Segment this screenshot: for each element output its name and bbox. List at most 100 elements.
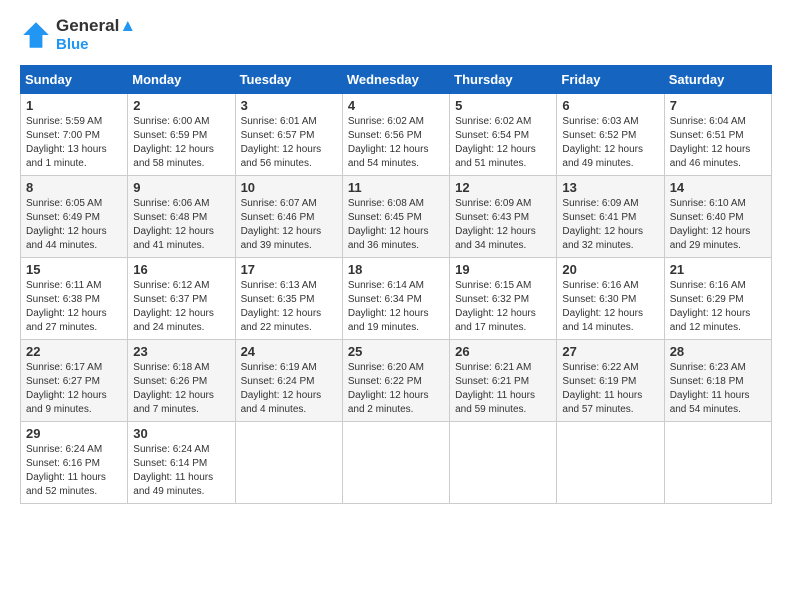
calendar-cell: 14Sunrise: 6:10 AM Sunset: 6:40 PM Dayli…: [664, 176, 771, 258]
calendar-week-5: 29 Sunrise: 6:24 AM Sunset: 6:16 PM Dayli…: [21, 422, 772, 504]
day-number: 4: [348, 98, 444, 113]
calendar-cell: 6Sunrise: 6:03 AM Sunset: 6:52 PM Daylig…: [557, 94, 664, 176]
day-info: Sunrise: 6:08 AM Sunset: 6:45 PM Dayligh…: [348, 197, 444, 253]
day-info: Sunrise: 6:16 AM Sunset: 6:30 PM Dayligh…: [562, 279, 658, 335]
day-number: 23: [133, 344, 229, 359]
calendar-body: 1 Sunrise: 5:59 AM Sunset: 7:00 PM Daylig…: [21, 94, 772, 504]
calendar-cell: 25 Sunrise: 6:20 AM Sunset: 6:22 PM Dayli…: [342, 340, 449, 422]
header-cell-friday: Friday: [557, 66, 664, 94]
day-info: Sunrise: 6:24 AM Sunset: 6:14 PM Dayligh…: [133, 443, 229, 499]
day-number: 10: [241, 180, 337, 195]
calendar-cell: 30 Sunrise: 6:24 AM Sunset: 6:14 PM Dayli…: [128, 422, 235, 504]
calendar-cell: [342, 422, 449, 504]
day-number: 7: [670, 98, 766, 113]
day-info: Sunrise: 6:20 AM Sunset: 6:22 PM Dayligh…: [348, 361, 444, 417]
day-info: Sunrise: 6:12 AM Sunset: 6:37 PM Dayligh…: [133, 279, 229, 335]
calendar-week-4: 22 Sunrise: 6:17 AM Sunset: 6:27 PM Dayli…: [21, 340, 772, 422]
calendar-cell: 15 Sunrise: 6:11 AM Sunset: 6:38 PM Dayli…: [21, 258, 128, 340]
day-number: 25: [348, 344, 444, 359]
day-info: Sunrise: 6:22 AM Sunset: 6:19 PM Dayligh…: [562, 361, 658, 417]
day-info: Sunrise: 6:24 AM Sunset: 6:16 PM Dayligh…: [26, 443, 122, 499]
day-number: 27: [562, 344, 658, 359]
day-number: 30: [133, 426, 229, 441]
calendar-week-1: 1 Sunrise: 5:59 AM Sunset: 7:00 PM Daylig…: [21, 94, 772, 176]
day-info: Sunrise: 5:59 AM Sunset: 7:00 PM Dayligh…: [26, 115, 122, 171]
calendar-cell: 7 Sunrise: 6:04 AM Sunset: 6:51 PM Daylig…: [664, 94, 771, 176]
calendar-cell: 11 Sunrise: 6:08 AM Sunset: 6:45 PM Dayli…: [342, 176, 449, 258]
day-info: Sunrise: 6:00 AM Sunset: 6:59 PM Dayligh…: [133, 115, 229, 171]
header-cell-monday: Monday: [128, 66, 235, 94]
day-number: 12: [455, 180, 551, 195]
day-number: 6: [562, 98, 658, 113]
day-number: 11: [348, 180, 444, 195]
header-cell-thursday: Thursday: [450, 66, 557, 94]
calendar-cell: 18 Sunrise: 6:14 AM Sunset: 6:34 PM Dayli…: [342, 258, 449, 340]
calendar-cell: 17 Sunrise: 6:13 AM Sunset: 6:35 PM Dayli…: [235, 258, 342, 340]
header-cell-saturday: Saturday: [664, 66, 771, 94]
logo: General▲ Blue: [20, 16, 136, 53]
calendar-cell: 3 Sunrise: 6:01 AM Sunset: 6:57 PM Daylig…: [235, 94, 342, 176]
day-number: 3: [241, 98, 337, 113]
calendar-week-3: 15 Sunrise: 6:11 AM Sunset: 6:38 PM Dayli…: [21, 258, 772, 340]
calendar-cell: 20 Sunrise: 6:16 AM Sunset: 6:30 PM Dayli…: [557, 258, 664, 340]
calendar-cell: 26 Sunrise: 6:21 AM Sunset: 6:21 PM Dayli…: [450, 340, 557, 422]
day-info: Sunrise: 6:11 AM Sunset: 6:38 PM Dayligh…: [26, 279, 122, 335]
calendar-header: SundayMondayTuesdayWednesdayThursdayFrid…: [21, 66, 772, 94]
calendar-cell: 13Sunrise: 6:09 AM Sunset: 6:41 PM Dayli…: [557, 176, 664, 258]
day-number: 16: [133, 262, 229, 277]
header-cell-tuesday: Tuesday: [235, 66, 342, 94]
calendar-cell: 9 Sunrise: 6:06 AM Sunset: 6:48 PM Daylig…: [128, 176, 235, 258]
day-info: Sunrise: 6:09 AM Sunset: 6:43 PM Dayligh…: [455, 197, 551, 253]
day-number: 26: [455, 344, 551, 359]
day-info: Sunrise: 6:18 AM Sunset: 6:26 PM Dayligh…: [133, 361, 229, 417]
day-info: Sunrise: 6:10 AM Sunset: 6:40 PM Dayligh…: [670, 197, 766, 253]
day-number: 2: [133, 98, 229, 113]
page: General▲ Blue SundayMondayTuesdayWednesd…: [0, 0, 792, 520]
day-info: Sunrise: 6:02 AM Sunset: 6:54 PM Dayligh…: [455, 115, 551, 171]
calendar-cell: 8Sunrise: 6:05 AM Sunset: 6:49 PM Daylig…: [21, 176, 128, 258]
day-info: Sunrise: 6:21 AM Sunset: 6:21 PM Dayligh…: [455, 361, 551, 417]
day-number: 18: [348, 262, 444, 277]
header-cell-sunday: Sunday: [21, 66, 128, 94]
day-number: 28: [670, 344, 766, 359]
day-number: 9: [133, 180, 229, 195]
day-info: Sunrise: 6:16 AM Sunset: 6:29 PM Dayligh…: [670, 279, 766, 335]
day-info: Sunrise: 6:01 AM Sunset: 6:57 PM Dayligh…: [241, 115, 337, 171]
calendar-cell: 27 Sunrise: 6:22 AM Sunset: 6:19 PM Dayli…: [557, 340, 664, 422]
calendar-cell: 2 Sunrise: 6:00 AM Sunset: 6:59 PM Daylig…: [128, 94, 235, 176]
day-number: 19: [455, 262, 551, 277]
calendar-cell: [235, 422, 342, 504]
day-info: Sunrise: 6:15 AM Sunset: 6:32 PM Dayligh…: [455, 279, 551, 335]
calendar-cell: 21 Sunrise: 6:16 AM Sunset: 6:29 PM Dayli…: [664, 258, 771, 340]
calendar-cell: 5 Sunrise: 6:02 AM Sunset: 6:54 PM Daylig…: [450, 94, 557, 176]
day-number: 21: [670, 262, 766, 277]
calendar-cell: [450, 422, 557, 504]
day-info: Sunrise: 6:19 AM Sunset: 6:24 PM Dayligh…: [241, 361, 337, 417]
day-number: 24: [241, 344, 337, 359]
day-info: Sunrise: 6:17 AM Sunset: 6:27 PM Dayligh…: [26, 361, 122, 417]
day-info: Sunrise: 6:04 AM Sunset: 6:51 PM Dayligh…: [670, 115, 766, 171]
day-info: Sunrise: 6:02 AM Sunset: 6:56 PM Dayligh…: [348, 115, 444, 171]
calendar-cell: 10Sunrise: 6:07 AM Sunset: 6:46 PM Dayli…: [235, 176, 342, 258]
day-number: 1: [26, 98, 122, 113]
calendar-cell: 29 Sunrise: 6:24 AM Sunset: 6:16 PM Dayli…: [21, 422, 128, 504]
calendar-cell: 16 Sunrise: 6:12 AM Sunset: 6:37 PM Dayli…: [128, 258, 235, 340]
day-info: Sunrise: 6:05 AM Sunset: 6:49 PM Dayligh…: [26, 197, 122, 253]
day-number: 20: [562, 262, 658, 277]
calendar-table: SundayMondayTuesdayWednesdayThursdayFrid…: [20, 65, 772, 504]
calendar-cell: 22 Sunrise: 6:17 AM Sunset: 6:27 PM Dayli…: [21, 340, 128, 422]
calendar-cell: [557, 422, 664, 504]
day-number: 22: [26, 344, 122, 359]
day-number: 15: [26, 262, 122, 277]
header-row: SundayMondayTuesdayWednesdayThursdayFrid…: [21, 66, 772, 94]
day-number: 17: [241, 262, 337, 277]
calendar-cell: 4 Sunrise: 6:02 AM Sunset: 6:56 PM Daylig…: [342, 94, 449, 176]
calendar-week-2: 8Sunrise: 6:05 AM Sunset: 6:49 PM Daylig…: [21, 176, 772, 258]
day-info: Sunrise: 6:13 AM Sunset: 6:35 PM Dayligh…: [241, 279, 337, 335]
day-info: Sunrise: 6:14 AM Sunset: 6:34 PM Dayligh…: [348, 279, 444, 335]
day-info: Sunrise: 6:06 AM Sunset: 6:48 PM Dayligh…: [133, 197, 229, 253]
day-number: 5: [455, 98, 551, 113]
day-number: 29: [26, 426, 122, 441]
day-info: Sunrise: 6:23 AM Sunset: 6:18 PM Dayligh…: [670, 361, 766, 417]
calendar-cell: 24 Sunrise: 6:19 AM Sunset: 6:24 PM Dayli…: [235, 340, 342, 422]
